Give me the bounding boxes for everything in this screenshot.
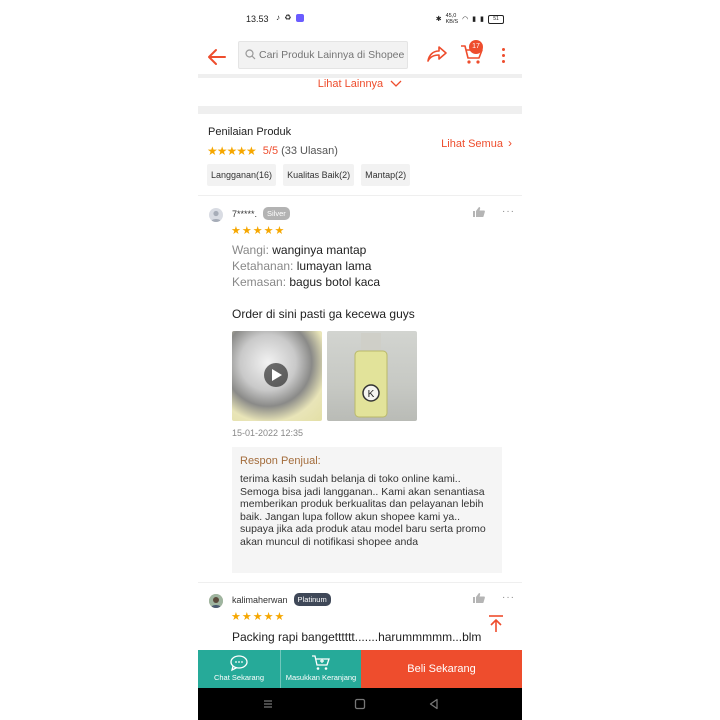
avatar[interactable] [209, 594, 223, 608]
seller-response-body: terima kasih sudah belanja di toko onlin… [240, 473, 486, 548]
like-icon[interactable] [472, 592, 486, 604]
see-all-label: Lihat Semua [441, 138, 503, 150]
perfume-bottle-image: K [354, 333, 388, 418]
review-line-value: wanginya mantap [268, 243, 367, 257]
search-input[interactable] [259, 42, 405, 68]
rating-score: 5/5 [262, 145, 279, 157]
status-time: 13.53 [246, 14, 269, 24]
battery-icon: 51 [488, 14, 504, 24]
review-line-key: Ketahanan: [232, 259, 294, 273]
review-line-value: lumayan lama [293, 259, 372, 273]
review-comment: Order di sini pasti ga kecewa guys [232, 307, 415, 321]
top-header: 17 [198, 38, 522, 76]
chat-icon [230, 655, 248, 672]
review-divider [198, 582, 522, 583]
search-icon [245, 49, 256, 60]
review-line-key: Kemasan: [232, 275, 287, 289]
net-speed-unit: KB/S [445, 19, 459, 25]
recent-apps-icon[interactable] [262, 698, 274, 710]
review-count: (33 Ulasan) [281, 145, 338, 157]
share-icon[interactable] [426, 44, 448, 64]
review-stars: ★★★★★ [231, 611, 286, 623]
home-icon[interactable] [354, 698, 366, 710]
review-line: Wangi: wanginya mantap [232, 242, 512, 258]
chat-now-label: Chat Sekarang [213, 673, 265, 682]
see-more-link[interactable]: Lihat Lainnya [198, 78, 522, 98]
member-badge: Platinum [293, 593, 331, 606]
signal-icon: ▮ [472, 16, 477, 23]
net-speed: 45,0 KB/S [446, 13, 459, 25]
status-system-icons: ✱ 45,0 KB/S ◠ ▮ ▮ 51 [436, 13, 504, 25]
chip-langganan[interactable]: Langganan(16) [207, 164, 277, 186]
review-header: 7*****. Silver [232, 207, 290, 220]
chat-now-button[interactable]: Chat Sekarang [198, 650, 280, 688]
ratings-summary: ★★★★★ 5/5 (33 Ulasan) [207, 144, 338, 158]
back-triangle-icon[interactable] [428, 698, 440, 710]
phone-screen: 13.53 ♪ ♻ ✱ 45,0 KB/S ◠ ▮ ▮ 51 Cari Prod… [198, 0, 522, 720]
bluetooth-icon: ✱ [435, 16, 442, 23]
review-line-key: Wangi: [232, 243, 269, 257]
seller-response-title: Respon Penjual: [240, 455, 321, 467]
filter-chips: Langganan(16) Kualitas Baik(2) Mantap(2) [207, 164, 411, 186]
review-line: Kemasan: bagus botol kaca [232, 274, 512, 290]
chevron-right-icon: › [508, 136, 512, 150]
review-line-value: bagus botol kaca [286, 275, 381, 289]
star-icon: ★★★★★ [207, 144, 257, 158]
system-nav-bar [198, 688, 522, 720]
chip-kualitas-baik[interactable]: Kualitas Baik(2) [283, 164, 355, 186]
section-divider [198, 106, 522, 114]
see-all-link[interactable]: Lihat Semua › [441, 136, 512, 150]
buy-now-button[interactable]: Beli Sekarang [361, 650, 522, 688]
avatar[interactable] [209, 208, 223, 222]
add-to-cart-label: Masukkan Keranjang [285, 673, 357, 682]
seller-response: Respon Penjual: terima kasih sudah belan… [232, 447, 502, 573]
review-line: Ketahanan: lumayan lama [232, 258, 512, 274]
ratings-title: Penilaian Produk [208, 126, 292, 138]
play-icon [264, 363, 288, 387]
review-header: kalimaherwan Platinum [232, 593, 331, 606]
cart-count-badge: 17 [469, 40, 483, 54]
review-body: Wangi: wanginya mantap Ketahanan: lumaya… [232, 242, 512, 322]
wifi-icon: ◠ [462, 16, 469, 23]
back-arrow-icon[interactable] [206, 46, 228, 68]
more-dots-icon[interactable]: ··· [502, 592, 515, 603]
bottom-action-bar: Chat Sekarang Masukkan Keranjang Beli Se… [198, 650, 522, 688]
scroll-to-top-icon[interactable] [486, 614, 506, 634]
review-divider [198, 195, 522, 196]
chevron-down-icon [390, 80, 402, 88]
more-dots-icon[interactable]: ··· [502, 206, 515, 217]
notification-icons-text: ♪ ♻ [276, 13, 293, 22]
user-avatar-image [209, 594, 223, 608]
reviewer-name[interactable]: kalimaherwan [232, 595, 288, 605]
review-date: 15-01-2022 12:35 [232, 428, 304, 438]
review-photo-thumbnail[interactable]: K [327, 331, 417, 421]
default-avatar-icon [211, 210, 221, 222]
status-notification-icons: ♪ ♻ [276, 13, 304, 22]
signal-icon-2: ▮ [480, 16, 484, 23]
search-box[interactable] [238, 41, 408, 69]
see-more-label: Lihat Lainnya [317, 78, 384, 91]
review-comment: Packing rapi bangetttttt.......harummmmm… [232, 630, 482, 644]
review-video-thumbnail[interactable] [232, 331, 322, 421]
add-cart-icon [312, 655, 330, 670]
like-icon[interactable] [472, 206, 486, 218]
status-bar: 13.53 ♪ ♻ ✱ 45,0 KB/S ◠ ▮ ▮ 51 [198, 0, 522, 38]
more-options-icon[interactable] [498, 46, 508, 66]
reviewer-name[interactable]: 7*****. [232, 209, 257, 219]
svg-text:K: K [368, 389, 375, 400]
app-notification-icon [295, 13, 304, 22]
add-to-cart-button[interactable]: Masukkan Keranjang [280, 650, 361, 688]
chip-mantap[interactable]: Mantap(2) [361, 164, 411, 186]
member-badge: Silver [263, 207, 290, 220]
review-stars: ★★★★★ [231, 225, 286, 237]
